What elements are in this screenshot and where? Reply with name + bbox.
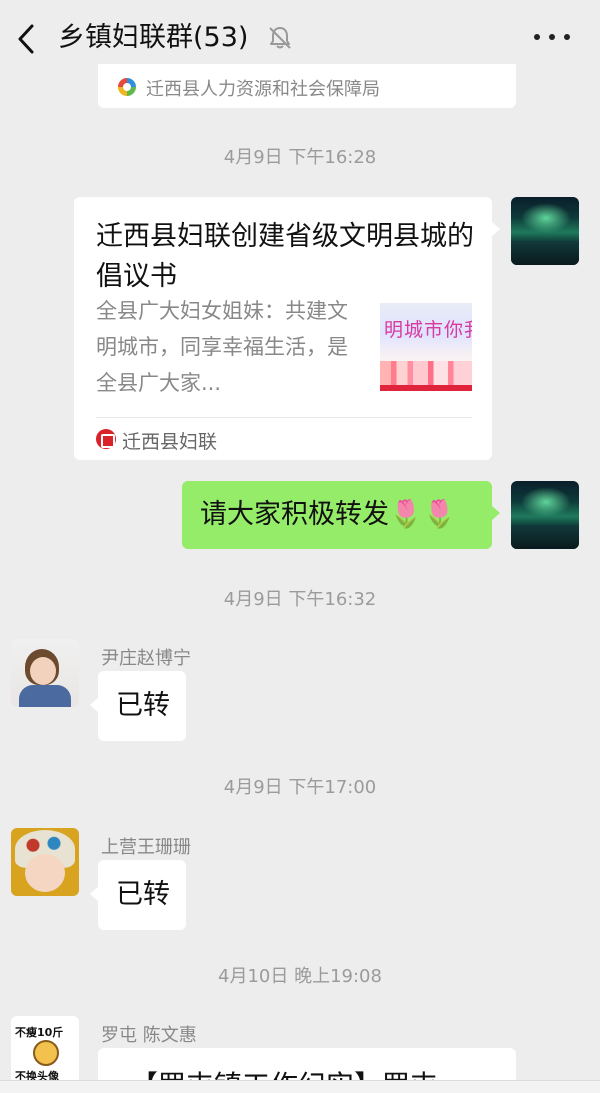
self-avatar[interactable] (511, 481, 579, 549)
previous-link-card[interactable]: 迁西县人力资源和社会保障局 (98, 64, 516, 108)
member-message-text: 已转 (116, 879, 170, 910)
cartoon-figure (33, 1040, 59, 1066)
thumbnail-text: 明城市你我 (384, 319, 472, 341)
member-avatar[interactable] (11, 828, 79, 896)
mute-bell-icon (269, 27, 291, 49)
article-source: 迁西县妇联 (122, 431, 218, 453)
article-title: 迁西县妇联创建省级文明县城的倡议书 (96, 221, 474, 292)
member-message-bubble[interactable]: 已转 (90, 671, 186, 741)
timestamp: 4月10日 晚上19:08 (218, 966, 382, 987)
timestamp: 4月9日 下午16:32 (223, 589, 377, 610)
more-options-icon[interactable] (532, 34, 572, 44)
source-logo-icon (118, 78, 136, 96)
article-description: 全县广大妇女姐妹：共建文明城市，同享幸福生活，是全县广大家... (96, 299, 348, 395)
card-divider (96, 417, 472, 418)
timestamp: 4月9日 下午16:28 (223, 147, 377, 168)
input-bar-edge (0, 1080, 600, 1093)
member-message-text: 已转 (116, 690, 170, 721)
member-avatar[interactable]: 不瘦10斤 不换头像 (11, 1016, 79, 1084)
sender-name: 罗屯 陈文惠 (101, 1025, 197, 1046)
self-avatar[interactable] (511, 197, 579, 265)
self-message-text: 请大家积极转发🌷🌷 (200, 499, 457, 530)
thumbnail-bar (380, 385, 472, 391)
member-message-bubble[interactable]: 已转 (90, 860, 186, 930)
sender-name: 尹庄赵博宁 (101, 648, 191, 669)
women-federation-logo-icon (96, 429, 116, 449)
article-thumbnail: 明城市你我 (380, 303, 472, 391)
timestamp: 4月9日 下午17:00 (223, 777, 377, 798)
sender-name: 上营王珊珊 (101, 837, 191, 858)
back-chevron-icon[interactable] (8, 18, 48, 60)
avatar-caption-top: 不瘦10斤 (15, 1026, 64, 1039)
shared-article-card[interactable]: 迁西县妇联创建省级文明县城的倡议书 全县广大妇女姐妹：共建文明城市，同享幸福生活… (74, 197, 500, 460)
member-avatar[interactable] (11, 639, 79, 707)
chat-title: 乡镇妇联群(53) (58, 22, 249, 53)
previous-card-source: 迁西县人力资源和社会保障局 (146, 79, 380, 100)
self-message-bubble[interactable]: 请大家积极转发🌷🌷 (182, 481, 500, 549)
